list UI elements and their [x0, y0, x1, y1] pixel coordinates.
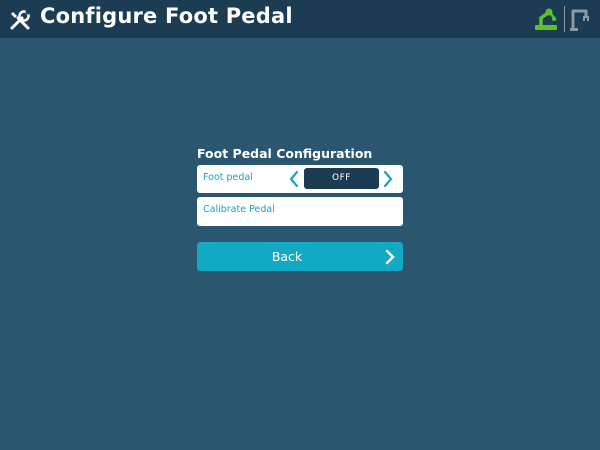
foot-pedal-value: OFF [304, 168, 379, 189]
back-button[interactable]: Back [197, 242, 403, 271]
page-title: Configure Foot Pedal [40, 4, 293, 28]
calibrate-pedal-button[interactable]: Calibrate Pedal [197, 197, 403, 226]
header-bar: Configure Foot Pedal [0, 0, 600, 38]
foot-pedal-setting-row: Foot pedal OFF [197, 165, 403, 193]
chevron-right-icon [385, 249, 395, 265]
robot-arm-icon[interactable] [568, 6, 594, 32]
calibrate-pedal-label: Calibrate Pedal [203, 204, 275, 215]
section-title: Foot Pedal Configuration [197, 146, 373, 161]
header-divider [564, 6, 565, 32]
foot-pedal-label: Foot pedal [203, 172, 253, 183]
tools-icon[interactable] [9, 9, 31, 31]
robot-status-icon [535, 8, 557, 30]
back-label: Back [271, 249, 303, 264]
chevron-right-icon[interactable] [381, 169, 395, 189]
chevron-left-icon[interactable] [287, 169, 301, 189]
